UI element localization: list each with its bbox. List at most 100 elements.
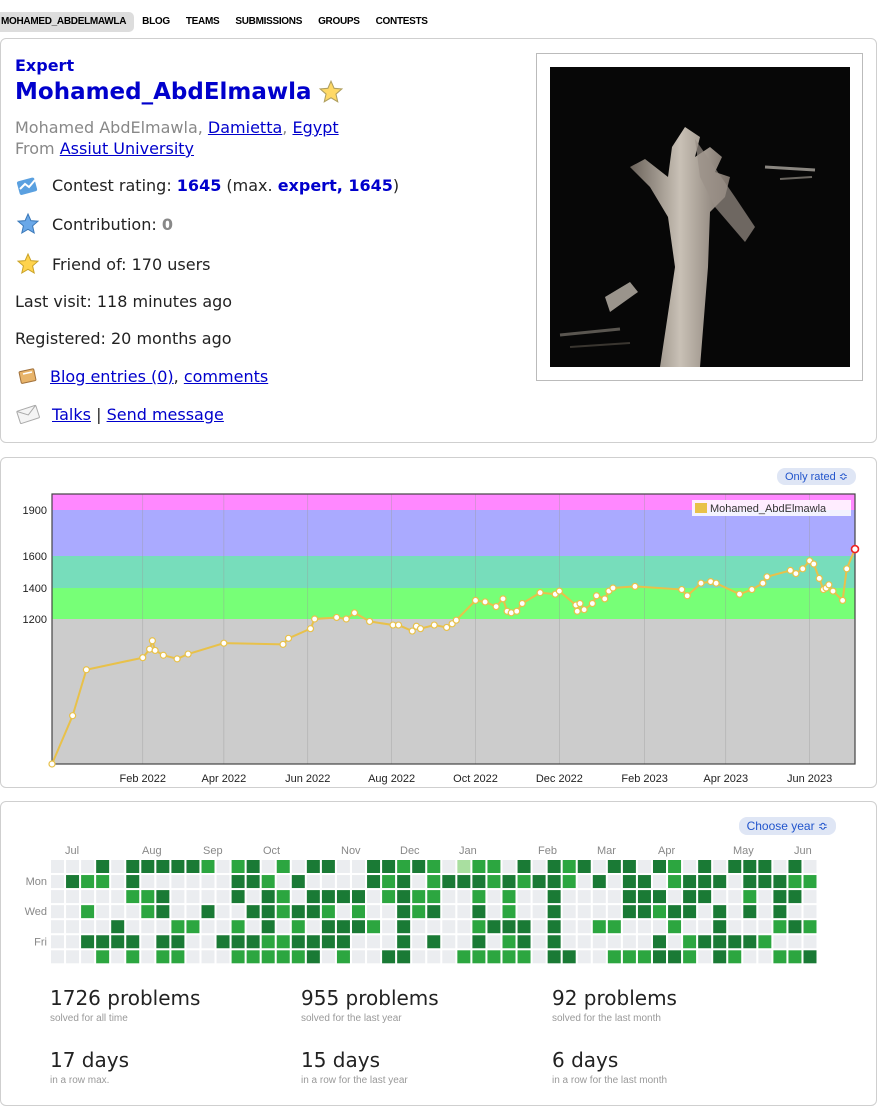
activity-cell[interactable] — [291, 875, 305, 889]
activity-cell[interactable] — [321, 920, 335, 934]
activity-cell[interactable] — [126, 935, 140, 949]
activity-cell[interactable] — [427, 950, 441, 964]
activity-cell[interactable] — [352, 920, 365, 934]
activity-cell[interactable] — [713, 890, 727, 904]
activity-cell[interactable] — [382, 950, 396, 964]
activity-cell[interactable] — [502, 875, 516, 889]
activity-cell[interactable] — [126, 890, 140, 904]
activity-cell[interactable] — [352, 935, 365, 949]
activity-cell[interactable] — [502, 890, 516, 904]
nav-submissions[interactable]: SUBMISSIONS — [227, 12, 310, 32]
activity-cell[interactable] — [547, 950, 561, 964]
activity-cell[interactable] — [51, 905, 64, 919]
activity-cell[interactable] — [246, 935, 260, 949]
rating-point[interactable] — [306, 625, 315, 633]
activity-cell[interactable] — [788, 860, 802, 873]
activity-cell[interactable] — [562, 950, 576, 964]
activity-cell[interactable] — [291, 905, 305, 919]
activity-cell[interactable] — [66, 890, 80, 904]
activity-cell[interactable] — [622, 875, 636, 889]
activity-cell[interactable] — [261, 890, 275, 904]
activity-cell[interactable] — [622, 860, 636, 873]
activity-cell[interactable] — [517, 890, 531, 904]
activity-cell[interactable] — [457, 890, 471, 904]
activity-cell[interactable] — [653, 905, 666, 919]
activity-cell[interactable] — [668, 920, 682, 934]
rating-point[interactable] — [311, 615, 319, 623]
activity-cell[interactable] — [622, 905, 636, 919]
activity-cell[interactable] — [186, 905, 200, 919]
activity-cell[interactable] — [171, 875, 185, 889]
activity-cell[interactable] — [442, 950, 456, 964]
activity-cell[interactable] — [713, 860, 727, 873]
activity-cell[interactable] — [186, 875, 200, 889]
rating-point[interactable] — [350, 609, 359, 617]
activity-cell[interactable] — [367, 950, 381, 964]
activity-cell[interactable] — [758, 935, 772, 949]
activity-cell[interactable] — [306, 920, 320, 934]
activity-cell[interactable] — [517, 905, 531, 919]
activity-cell[interactable] — [321, 890, 335, 904]
activity-cell[interactable] — [502, 950, 516, 964]
rating-point[interactable] — [843, 565, 851, 573]
activity-cell[interactable] — [156, 890, 170, 904]
activity-cell[interactable] — [698, 950, 712, 964]
activity-cell[interactable] — [683, 950, 697, 964]
activity-cell[interactable] — [622, 890, 636, 904]
activity-cell[interactable] — [306, 905, 320, 919]
activity-cell[interactable] — [592, 950, 606, 964]
activity-cell[interactable] — [457, 860, 471, 873]
activity-cell[interactable] — [442, 905, 456, 919]
activity-cell[interactable] — [532, 905, 546, 919]
activity-cell[interactable] — [111, 875, 125, 889]
activity-cell[interactable] — [321, 935, 335, 949]
activity-cell[interactable] — [276, 920, 290, 934]
rating-point[interactable] — [748, 585, 756, 594]
rating-point[interactable] — [609, 584, 617, 592]
activity-cell[interactable] — [472, 860, 486, 873]
activity-cell[interactable] — [291, 860, 305, 873]
activity-cell[interactable] — [427, 905, 441, 919]
activity-cell[interactable] — [803, 950, 817, 964]
rating-point[interactable] — [159, 651, 167, 659]
activity-cell[interactable] — [592, 875, 606, 889]
rating-point[interactable] — [394, 621, 403, 629]
activity-cell[interactable] — [246, 905, 260, 919]
activity-cell[interactable] — [728, 905, 742, 919]
activity-cell[interactable] — [291, 890, 305, 904]
activity-cell[interactable] — [562, 890, 576, 904]
activity-cell[interactable] — [216, 905, 230, 919]
add-friend-star-icon[interactable] — [318, 79, 344, 105]
activity-cell[interactable] — [276, 950, 290, 964]
activity-cell[interactable] — [713, 950, 727, 964]
rating-point[interactable] — [712, 579, 720, 587]
blog-entries-link[interactable]: Blog entries (0) — [50, 367, 174, 386]
activity-cell[interactable] — [472, 920, 486, 934]
activity-cell[interactable] — [803, 875, 817, 889]
activity-cell[interactable] — [637, 905, 651, 919]
activity-cell[interactable] — [592, 890, 606, 904]
activity-cell[interactable] — [788, 920, 802, 934]
activity-cell[interactable] — [773, 935, 787, 949]
activity-cell[interactable] — [246, 950, 260, 964]
activity-cell[interactable] — [336, 860, 350, 873]
activity-cell[interactable] — [487, 935, 501, 949]
activity-cell[interactable] — [336, 950, 350, 964]
activity-cell[interactable] — [487, 920, 501, 934]
rating-point[interactable] — [333, 613, 341, 622]
nav-blog[interactable]: BLOG — [134, 12, 178, 32]
activity-cell[interactable] — [683, 860, 697, 873]
activity-cell[interactable] — [653, 860, 666, 873]
activity-cell[interactable] — [532, 860, 546, 873]
activity-cell[interactable] — [607, 905, 621, 919]
activity-cell[interactable] — [637, 935, 651, 949]
activity-cell[interactable] — [261, 920, 275, 934]
rating-point[interactable] — [366, 617, 374, 626]
rating-point[interactable] — [683, 592, 691, 600]
activity-cell[interactable] — [81, 890, 95, 904]
activity-cell[interactable] — [412, 860, 426, 873]
activity-cell[interactable] — [352, 905, 365, 919]
activity-cell[interactable] — [427, 920, 441, 934]
activity-cell[interactable] — [698, 860, 712, 873]
activity-cell[interactable] — [788, 905, 802, 919]
